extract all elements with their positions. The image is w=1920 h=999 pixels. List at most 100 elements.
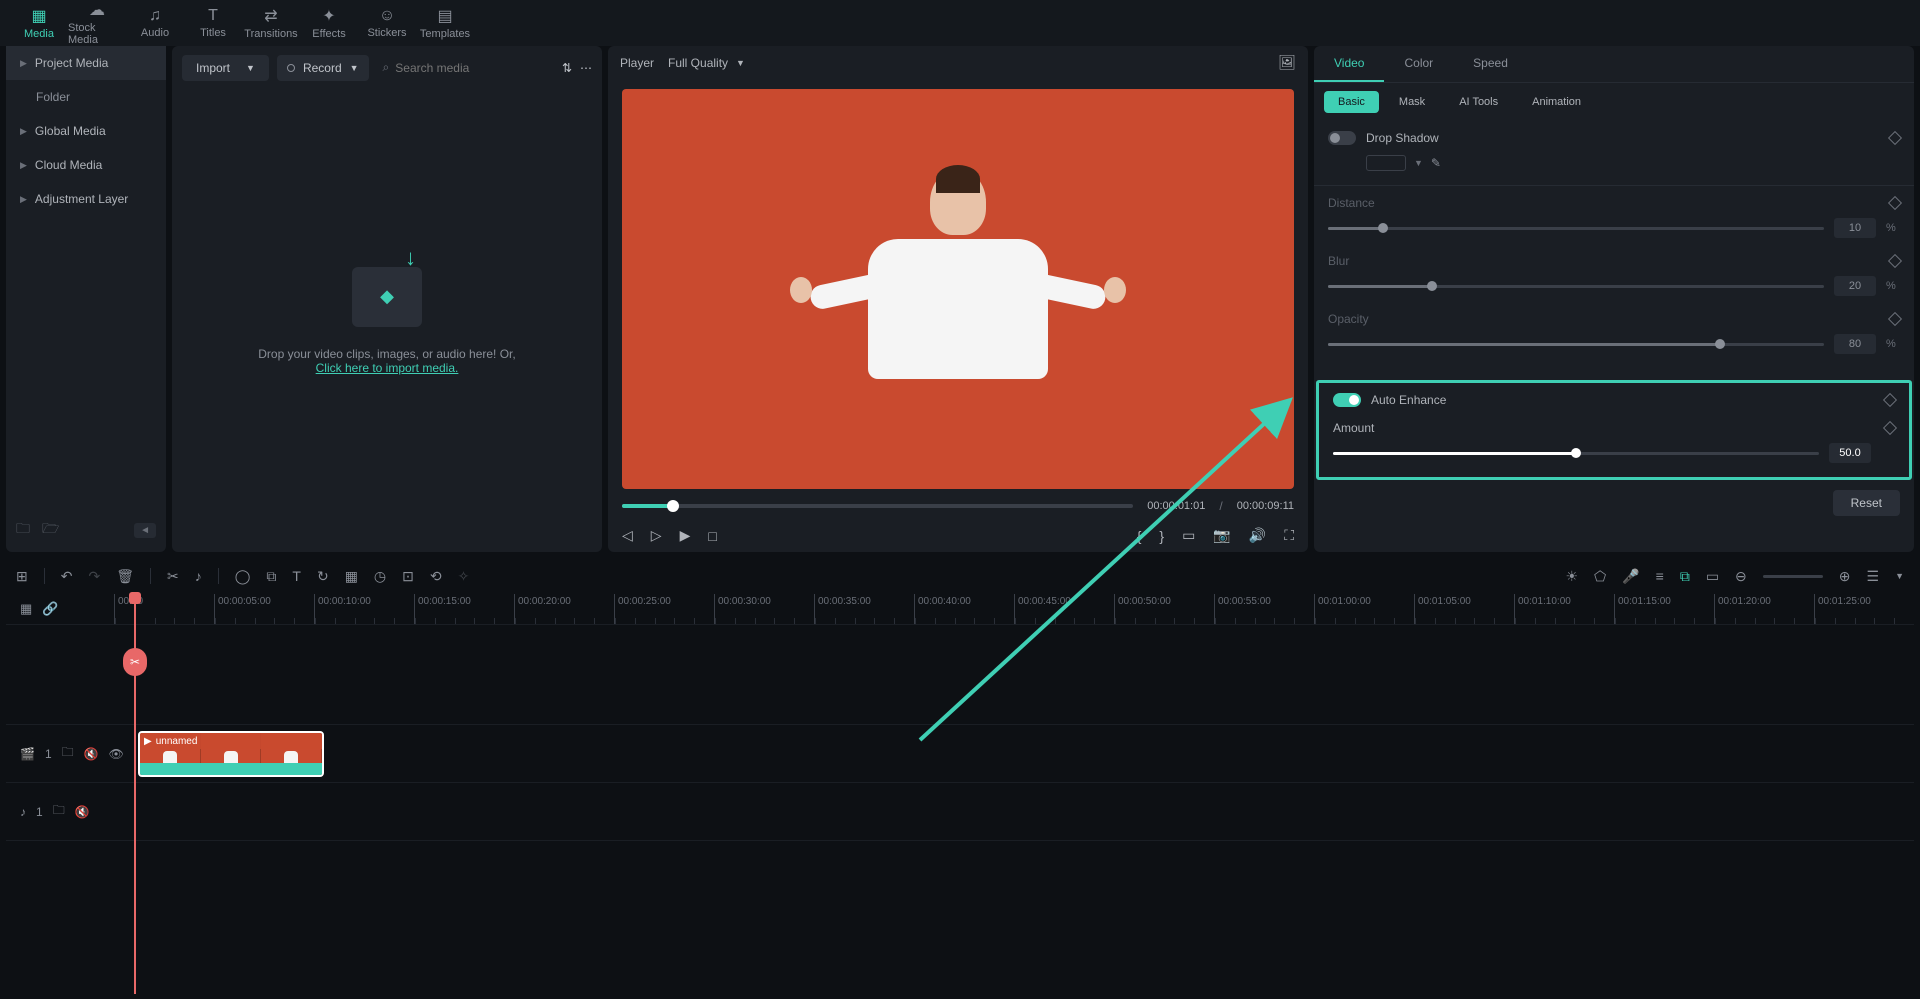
track-folder-icon[interactable]: 🗀 [53, 801, 65, 822]
redo-icon[interactable]: ↷ [88, 568, 100, 585]
magnet-icon[interactable]: ⧉ [1680, 568, 1690, 585]
tab-transitions[interactable]: ⇄Transitions [242, 0, 300, 46]
props-tab-color[interactable]: Color [1384, 46, 1453, 82]
keyframe-icon[interactable] [1888, 312, 1902, 326]
mic-icon[interactable]: 🎤 [1622, 568, 1639, 585]
bin-icon[interactable]: 🗀 [16, 518, 30, 542]
keyframe-icon[interactable] [1888, 196, 1902, 210]
sidebar-global-media[interactable]: ▶Global Media [6, 114, 166, 148]
zoom-in-icon[interactable]: ⊕ [1839, 568, 1851, 585]
auto-enhance-toggle[interactable] [1333, 393, 1361, 407]
search-input[interactable] [395, 61, 548, 75]
audio-track[interactable]: ♪1 🗀 🔇 [6, 782, 1914, 840]
amount-value[interactable]: 50.0 [1829, 443, 1871, 463]
new-folder-icon[interactable]: 🗁 [42, 518, 59, 542]
timeline-menu-icon[interactable]: ▦ [20, 601, 32, 617]
track-folder-icon[interactable]: 🗀 [62, 743, 74, 764]
import-media-link[interactable]: Click here to import media. [316, 361, 459, 375]
keyframe-icon[interactable] [1888, 254, 1902, 268]
track-mute-icon[interactable]: 🔇 [84, 747, 99, 761]
props-tab-video[interactable]: Video [1314, 46, 1384, 82]
eyedropper-icon[interactable]: ✎ [1431, 156, 1441, 170]
zoom-out-icon[interactable]: ⊖ [1735, 568, 1747, 585]
shadow-color-swatch[interactable] [1366, 155, 1406, 171]
display-icon[interactable]: ▭ [1182, 527, 1195, 544]
blur-value[interactable]: 20 [1834, 276, 1876, 296]
subtitle-icon[interactable]: ≡ [1656, 568, 1664, 584]
tab-templates[interactable]: ▤Templates [416, 0, 474, 46]
tab-audio[interactable]: ♫Audio [126, 0, 184, 46]
snapshot-icon[interactable]: 🖼 [1278, 54, 1296, 71]
enhance-icon[interactable]: ✧ [458, 568, 470, 585]
track-visibility-icon[interactable]: 👁 [109, 747, 124, 761]
tab-stickers[interactable]: ☺Stickers [358, 0, 416, 46]
blur-slider[interactable] [1328, 285, 1824, 288]
filter-icon[interactable]: ⇅ [562, 61, 572, 75]
opacity-value[interactable]: 80 [1834, 334, 1876, 354]
props-tab-speed[interactable]: Speed [1453, 46, 1528, 82]
sidebar-cloud-media[interactable]: ▶Cloud Media [6, 148, 166, 182]
mark-in-icon[interactable]: { [1137, 528, 1142, 544]
fit-icon[interactable]: ⊡ [402, 568, 414, 585]
props-subtab-basic[interactable]: Basic [1324, 91, 1379, 113]
tab-titles[interactable]: TTitles [184, 0, 242, 46]
props-subtab-ai-tools[interactable]: AI Tools [1445, 91, 1512, 113]
delete-icon[interactable]: 🗑 [116, 568, 134, 585]
video-clip[interactable]: ▶unnamed [138, 731, 324, 777]
stop-icon[interactable]: □ [708, 528, 716, 544]
mark-out-icon[interactable]: } [1159, 528, 1164, 544]
list-view-icon[interactable]: ☰ [1867, 568, 1880, 585]
zoom-slider[interactable] [1763, 575, 1823, 578]
camera-icon[interactable]: 📷 [1213, 527, 1230, 544]
time-icon[interactable]: ◷ [374, 568, 386, 585]
tab-stock-media[interactable]: ☁Stock Media [68, 0, 126, 46]
keyframe-icon[interactable] [1883, 421, 1897, 435]
play-pause-icon[interactable]: ▷ [651, 527, 662, 544]
reset-button[interactable]: Reset [1833, 490, 1900, 516]
brightness-icon[interactable]: ☀ [1565, 568, 1578, 585]
video-preview[interactable] [622, 89, 1294, 489]
crop-icon[interactable]: ⧉ [266, 568, 276, 585]
collapse-sidebar-button[interactable]: ◄ [134, 523, 156, 538]
tab-effects[interactable]: ✦Effects [300, 0, 358, 46]
media-drop-zone[interactable]: ◆ Drop your video clips, images, or audi… [172, 89, 602, 552]
link-icon[interactable]: 🔗 [42, 601, 58, 617]
sidebar-adjustment-layer[interactable]: ▶Adjustment Layer [6, 182, 166, 216]
tab-media[interactable]: ▦Media [10, 0, 68, 46]
playhead[interactable]: ✂ [134, 594, 136, 994]
record-button[interactable]: Record▼ [277, 55, 369, 81]
search-box[interactable]: ⌕ [377, 54, 554, 81]
tag-icon[interactable]: ◯ [235, 568, 251, 585]
chevron-down-icon[interactable]: ▼ [1895, 571, 1904, 581]
prev-frame-icon[interactable]: ◁ [622, 527, 633, 544]
keyframe-icon[interactable] [1888, 131, 1902, 145]
track-mute-icon[interactable]: 🔇 [75, 805, 90, 819]
seek-bar[interactable] [622, 504, 1133, 508]
video-track[interactable]: 🎬1 🗀 🔇 👁 ▶unnamed [6, 724, 1914, 782]
play-icon[interactable]: ▶ [680, 527, 691, 544]
link-tool-icon[interactable]: ⟲ [430, 568, 442, 585]
marker-tool-icon[interactable]: ▭ [1706, 568, 1719, 585]
import-button[interactable]: Import▼ [182, 55, 269, 81]
shield-icon[interactable]: ⬠ [1594, 568, 1606, 585]
cut-icon[interactable]: ✂ [167, 568, 179, 585]
opacity-slider[interactable] [1328, 343, 1824, 346]
amount-slider[interactable] [1333, 452, 1819, 455]
time-ruler[interactable]: ✂ 00:0000:00:05:0000:00:10:0000:00:15:00… [114, 594, 1914, 624]
distance-value[interactable]: 10 [1834, 218, 1876, 238]
more-icon[interactable]: ⋯ [580, 61, 592, 75]
distance-slider[interactable] [1328, 227, 1824, 230]
props-subtab-mask[interactable]: Mask [1385, 91, 1439, 113]
keyframe-icon[interactable] [1883, 393, 1897, 407]
text-tool-icon[interactable]: T [292, 568, 301, 584]
sidebar-folder[interactable]: Folder [6, 80, 166, 114]
sidebar-project-media[interactable]: ▶Project Media [6, 46, 166, 80]
quality-selector[interactable]: Full Quality▼ [668, 56, 745, 70]
rotate-icon[interactable]: ↻ [317, 568, 329, 585]
grid-icon[interactable]: ⊞ [16, 568, 28, 585]
fullscreen-icon[interactable]: ⛶ [1284, 527, 1294, 544]
props-subtab-animation[interactable]: Animation [1518, 91, 1595, 113]
scissors-icon[interactable]: ✂ [123, 648, 147, 676]
audio-tool-icon[interactable]: ♪ [195, 568, 202, 584]
undo-icon[interactable]: ↶ [61, 568, 73, 585]
